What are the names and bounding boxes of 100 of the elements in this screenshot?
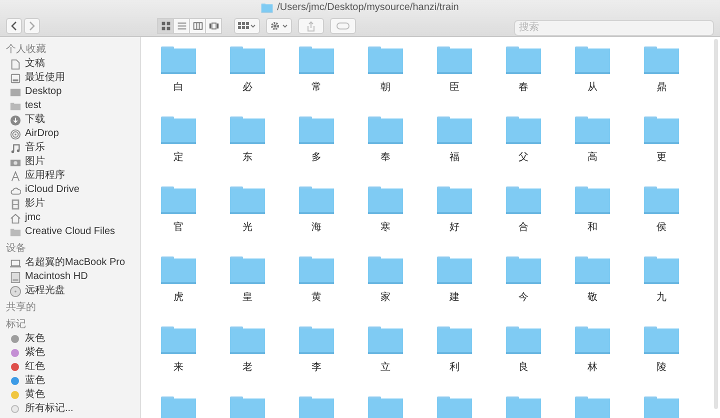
folder-icon[interactable] <box>229 395 266 418</box>
folder-icon[interactable] <box>436 115 473 145</box>
folder-icon[interactable] <box>436 325 473 355</box>
folder-icon[interactable] <box>229 45 266 75</box>
folder-name: 从 <box>588 82 598 94</box>
folder-icon[interactable] <box>160 325 197 355</box>
sidebar-heading: 标记 <box>5 318 27 332</box>
film-icon <box>10 198 21 210</box>
folder-icon[interactable] <box>436 45 473 75</box>
folder-name: 鼎 <box>656 82 666 94</box>
folder-icon[interactable] <box>160 255 197 285</box>
folder-icon[interactable] <box>574 325 611 355</box>
back-button[interactable] <box>6 18 22 34</box>
view-mode-button[interactable] <box>173 18 190 34</box>
sidebar-item[interactable]: 音乐 <box>0 141 140 155</box>
folder-icon[interactable] <box>298 395 335 418</box>
sidebar-item[interactable]: 图片 <box>0 155 140 169</box>
folder-name: 和 <box>588 222 598 234</box>
folder-icon[interactable] <box>574 115 611 145</box>
folder-icon[interactable] <box>643 325 680 355</box>
view-mode-button[interactable] <box>189 18 206 34</box>
folder-icon[interactable] <box>505 45 542 75</box>
folder-icon[interactable] <box>505 325 542 355</box>
folder-icon[interactable] <box>160 395 197 418</box>
folder-icon[interactable] <box>229 255 266 285</box>
folder-icon[interactable] <box>505 255 542 285</box>
folder-icon[interactable] <box>436 185 473 215</box>
sidebar-item[interactable]: 黄色 <box>0 388 140 402</box>
sidebar-item[interactable]: Desktop <box>0 85 140 99</box>
folder-icon[interactable] <box>643 45 680 75</box>
sidebar-item[interactable]: test <box>0 99 140 113</box>
folder-icon[interactable] <box>298 45 335 75</box>
folder-name: 福 <box>450 152 460 164</box>
sidebar-item[interactable]: 应用程序 <box>0 169 140 183</box>
sidebar-item[interactable]: 远程光盘 <box>0 284 140 298</box>
folder-name: 东 <box>242 152 252 164</box>
folder-name: 家 <box>380 292 390 304</box>
folder-icon[interactable] <box>367 115 404 145</box>
folder-icon[interactable] <box>367 395 404 418</box>
folder-icon[interactable] <box>505 395 542 418</box>
folder-icon[interactable] <box>160 115 197 145</box>
folder-icon[interactable] <box>436 255 473 285</box>
folder-icon[interactable] <box>298 255 335 285</box>
sidebar-item[interactable]: 灰色 <box>0 332 140 346</box>
sidebar-item[interactable]: jmc <box>0 211 140 225</box>
search-field[interactable]: 搜索 <box>514 20 714 36</box>
folder-icon[interactable] <box>160 185 197 215</box>
sidebar-item[interactable]: 所有标记... <box>0 402 140 416</box>
folder-icon[interactable] <box>367 255 404 285</box>
folder-name: 臣 <box>450 82 460 94</box>
share-button[interactable] <box>298 18 324 34</box>
folder-name: 来 <box>174 362 184 374</box>
action-button[interactable] <box>266 18 292 34</box>
disc-icon <box>10 286 21 296</box>
folder-icon[interactable] <box>574 45 611 75</box>
folder-icon[interactable] <box>367 45 404 75</box>
arrange-button[interactable] <box>234 18 260 34</box>
folder-icon[interactable] <box>298 185 335 215</box>
folder-icon[interactable] <box>436 395 473 418</box>
tag-button[interactable] <box>330 18 356 34</box>
folder-icon[interactable] <box>298 115 335 145</box>
view-mode-button[interactable] <box>157 18 174 34</box>
folder-icon[interactable] <box>574 255 611 285</box>
folder-icon[interactable] <box>229 325 266 355</box>
tag-outline-icon <box>11 405 19 413</box>
folder-name: 合 <box>518 222 528 234</box>
folder-icon[interactable] <box>229 115 266 145</box>
house-icon <box>10 212 21 224</box>
folder-icon[interactable] <box>505 115 542 145</box>
folder-name: 林 <box>588 362 598 374</box>
sidebar-item[interactable]: 下载 <box>0 113 140 127</box>
folder-icon[interactable] <box>367 185 404 215</box>
sidebar-item[interactable]: Macintosh HD <box>0 270 140 284</box>
sidebar-item[interactable]: 影片 <box>0 197 140 211</box>
folder-name: 光 <box>242 222 252 234</box>
sidebar-item[interactable]: 名超翼的MacBook Pro <box>0 256 140 270</box>
view-mode-button[interactable] <box>205 18 222 34</box>
folder-icon[interactable] <box>505 185 542 215</box>
sidebar-item[interactable]: 紫色 <box>0 346 140 360</box>
folder-icon[interactable] <box>643 115 680 145</box>
folder-icon[interactable] <box>298 325 335 355</box>
sidebar-item[interactable]: 红色 <box>0 360 140 374</box>
sidebar-item[interactable]: 蓝色 <box>0 374 140 388</box>
sidebar-item[interactable]: AirDrop <box>0 127 140 141</box>
sidebar-item[interactable]: 文稿 <box>0 57 140 71</box>
folder-icon[interactable] <box>643 185 680 215</box>
sidebar-item[interactable]: Creative Cloud Files <box>0 225 140 239</box>
sidebar-item[interactable]: iCloud Drive <box>0 183 140 197</box>
folder-name: 白 <box>174 82 184 94</box>
folder-name: 奉 <box>380 152 390 164</box>
folder-icon[interactable] <box>367 325 404 355</box>
folder-name: 陵 <box>656 362 666 374</box>
folder-icon[interactable] <box>643 395 680 418</box>
folder-icon[interactable] <box>229 185 266 215</box>
window-title: /Users/jmc/Desktop/mysource/hanzi/train <box>277 1 459 15</box>
sidebar-item[interactable]: 最近使用 <box>0 71 140 85</box>
folder-icon[interactable] <box>574 185 611 215</box>
folder-icon[interactable] <box>574 395 611 418</box>
folder-icon[interactable] <box>160 45 197 75</box>
folder-icon[interactable] <box>643 255 680 285</box>
